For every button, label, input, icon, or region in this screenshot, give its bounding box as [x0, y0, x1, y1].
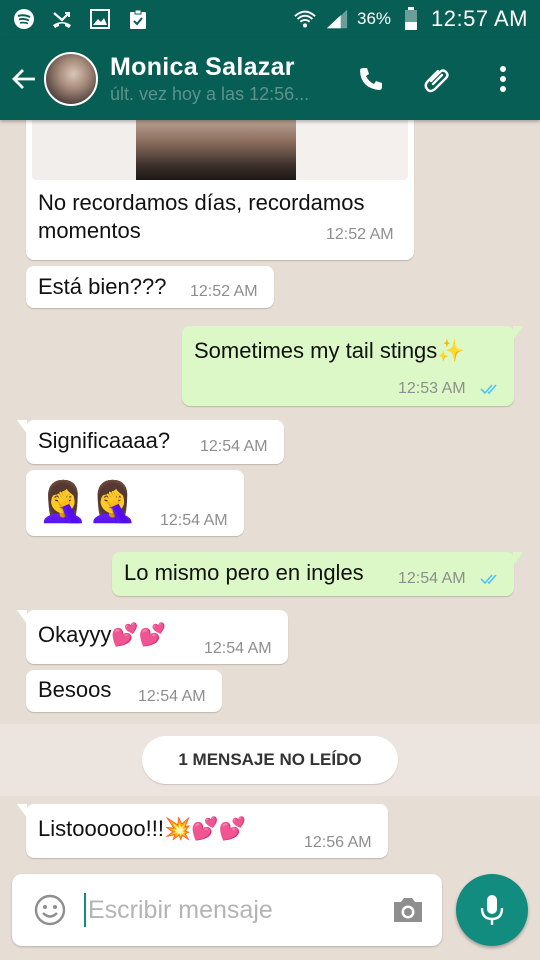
message-incoming[interactable]: No recordamos días, recordamos momentos …	[26, 120, 414, 260]
message-text: Besoos	[38, 677, 112, 702]
read-receipt-icon	[480, 574, 497, 585]
signal-icon	[325, 7, 349, 31]
call-icon[interactable]	[356, 64, 386, 94]
message-incoming[interactable]: 🤦‍♀️🤦‍♀️ 12:54 AM	[26, 470, 244, 536]
message-time: 12:53 AM	[398, 380, 466, 397]
attach-icon[interactable]	[422, 64, 452, 94]
status-bar: 36% 12:57 AM	[0, 0, 540, 38]
missed-call-icon	[50, 7, 74, 31]
chat-header: Monica Salazar últ. vez hoy a las 12:56.…	[0, 38, 540, 120]
contact-name: Monica Salazar	[110, 53, 295, 81]
text-cursor	[84, 893, 86, 927]
facepalm-emoji: 🤦‍♀️🤦‍♀️	[38, 479, 138, 525]
shared-image[interactable]	[32, 120, 408, 180]
collision-hearts-emoji: 💥💕💕	[163, 817, 247, 842]
message-time: 12:52 AM	[326, 226, 394, 243]
message-incoming[interactable]: Está bien??? 12:52 AM	[26, 266, 274, 308]
message-text-content: Okayyy	[38, 622, 112, 647]
message-outgoing[interactable]: Lo mismo pero en ingles 12:54 AM	[112, 552, 523, 596]
battery-icon	[399, 7, 423, 31]
message-text: Lo mismo pero en ingles	[124, 560, 364, 585]
message-text-content: Sometimes my tail stings	[194, 338, 438, 363]
more-options-icon[interactable]	[488, 64, 518, 94]
clock: 12:57 AM	[431, 6, 528, 31]
message-text: Está bien???	[38, 274, 167, 299]
microphone-icon	[480, 895, 504, 925]
message-incoming[interactable]: Besoos 12:54 AM	[26, 670, 222, 712]
microphone-button[interactable]	[456, 874, 528, 946]
message-composer	[12, 874, 442, 946]
message-text: No recordamos días, recordamos	[38, 190, 365, 215]
sparkles-emoji: ✨	[437, 339, 465, 364]
spotify-icon	[12, 7, 36, 31]
unread-messages-banner: 1 MENSAJE NO LEÍDO	[142, 736, 398, 784]
message-text: Sometimes my tail stings✨	[194, 338, 465, 364]
avatar[interactable]	[44, 52, 98, 106]
read-receipt-icon	[480, 384, 497, 395]
image-icon	[88, 7, 112, 31]
message-text-content: Listoooooo!!!	[38, 816, 164, 841]
emoji-icon[interactable]	[30, 890, 70, 930]
message-outgoing[interactable]: Sometimes my tail stings✨ 12:53 AM	[182, 326, 523, 406]
message-text: momentos	[38, 218, 141, 243]
hearts-emoji: 💕💕	[111, 623, 167, 648]
message-text: Listoooooo!!!💥💕💕	[38, 816, 246, 842]
message-time: 12:54 AM	[200, 438, 268, 455]
wifi-icon	[293, 7, 317, 31]
message-text: Okayyy💕💕	[38, 622, 166, 648]
clipboard-check-icon	[126, 7, 150, 31]
message-time: 12:52 AM	[190, 283, 258, 300]
message-incoming[interactable]: Okayyy💕💕 12:54 AM	[17, 610, 288, 664]
back-arrow-icon[interactable]	[4, 49, 44, 109]
message-incoming[interactable]: Significaaaa? 12:54 AM	[17, 420, 284, 464]
message-input[interactable]	[88, 895, 378, 925]
camera-icon[interactable]	[388, 890, 428, 930]
chat-area[interactable]: No recordamos días, recordamos momentos …	[0, 120, 540, 872]
contact-info[interactable]: Monica Salazar últ. vez hoy a las 12:56.…	[110, 53, 309, 105]
message-text: Significaaaa?	[38, 428, 171, 453]
message-incoming[interactable]: Listoooooo!!!💥💕💕 12:56 AM	[17, 804, 388, 858]
message-time: 12:54 AM	[160, 512, 228, 529]
message-time: 12:54 AM	[138, 688, 206, 705]
message-time: 12:56 AM	[304, 834, 372, 851]
message-time: 12:54 AM	[398, 570, 466, 587]
message-time: 12:54 AM	[204, 640, 272, 657]
last-seen-status: últ. vez hoy a las 12:56...	[110, 84, 310, 104]
battery-percent: 36%	[357, 9, 392, 28]
